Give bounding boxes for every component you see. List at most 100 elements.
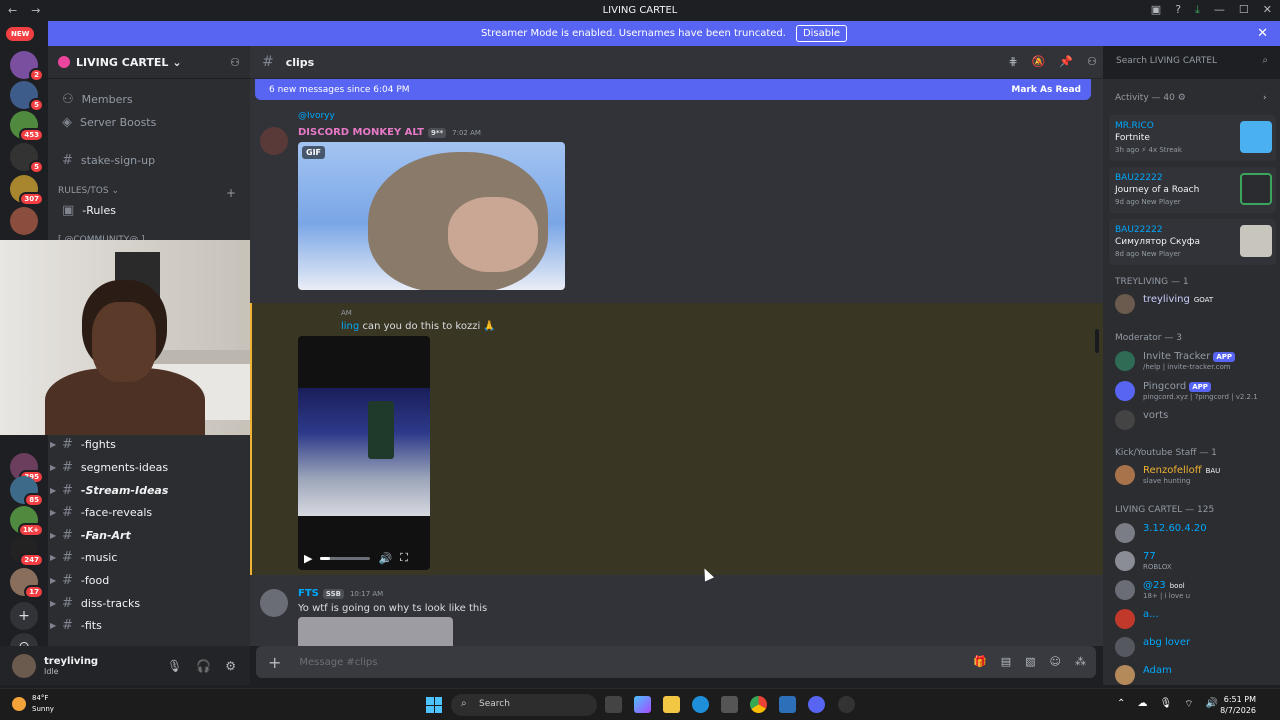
activity-card[interactable]: BAU22222 Симулятор Скуфа 8d ago New Play…: [1109, 219, 1276, 265]
taskbar-search[interactable]: ⌕ Search: [451, 694, 597, 716]
video-attachment[interactable]: ▶ 🔊 ⛶: [298, 336, 430, 570]
microphone-icon[interactable]: 🎙: [167, 659, 182, 673]
apps-icon[interactable]: ⁂: [1075, 655, 1086, 668]
message-composer[interactable]: + Message #clips 🎁 ▤ ▧ ☺ ⁂: [256, 646, 1096, 678]
channel-stake-sign-up[interactable]: # stake-sign-up: [54, 149, 244, 171]
member-item[interactable]: abg lover: [1115, 634, 1275, 660]
volume-icon[interactable]: 🔊: [378, 552, 392, 565]
attach-icon[interactable]: +: [268, 653, 281, 672]
chevron-right-icon[interactable]: ›: [1263, 93, 1267, 103]
edge-icon[interactable]: [692, 696, 709, 713]
server-icon[interactable]: 2: [10, 51, 44, 82]
microphone-icon[interactable]: 🎙: [1159, 698, 1172, 711]
channel-fan-art[interactable]: ▶ # -Fan-Art: [50, 524, 244, 546]
avatar[interactable]: [260, 127, 288, 155]
server-icon[interactable]: [10, 207, 38, 235]
close-window-icon[interactable]: ✕: [1263, 3, 1272, 17]
new-messages-bar[interactable]: 6 new messages since 6:04 PM Mark As Rea…: [255, 79, 1091, 100]
emoji-icon[interactable]: ☺: [1050, 655, 1061, 668]
activity-header[interactable]: Activity — 40 ⚙ ›: [1115, 93, 1267, 103]
add-channel-icon[interactable]: +: [226, 186, 236, 200]
sidebar-item-server-boosts[interactable]: ◈ Server Boosts: [54, 111, 244, 133]
maximize-icon[interactable]: ☐: [1239, 3, 1249, 17]
server-icon[interactable]: 17: [10, 568, 44, 599]
help-icon[interactable]: ?: [1175, 3, 1181, 17]
server-icon[interactable]: 247: [10, 536, 44, 567]
notification-mute-icon[interactable]: 🔕: [1032, 55, 1046, 68]
file-explorer-icon[interactable]: [663, 696, 680, 713]
member-item[interactable]: a...: [1115, 606, 1275, 632]
channel-stream-ideas[interactable]: ▶ # -Stream-Ideas: [50, 479, 244, 501]
member-item[interactable]: @23 bool 18+ | i love u: [1115, 577, 1275, 603]
clock[interactable]: 6:51 PM 8/7/2026: [1220, 694, 1256, 716]
windows-start-icon[interactable]: [426, 697, 442, 713]
channel-rules[interactable]: ▣ -Rules: [54, 199, 244, 221]
server-icon[interactable]: 5: [10, 81, 44, 112]
forward-icon[interactable]: →: [31, 4, 40, 17]
back-icon[interactable]: ←: [8, 4, 17, 17]
network-icon[interactable]: ☁: [1137, 698, 1147, 711]
gear-icon[interactable]: ⚙: [225, 659, 236, 673]
sidebar-item-members[interactable]: ⚇ Members: [54, 88, 244, 110]
channel-food[interactable]: ▶ # -food: [50, 569, 244, 591]
channel-music[interactable]: ▶ # -music: [50, 546, 244, 568]
activity-card[interactable]: MR.RICO Fortnite 3h ago ⚡ 4x Streak: [1109, 115, 1276, 161]
fullscreen-icon[interactable]: ⛶: [400, 551, 408, 565]
member-item[interactable]: Pingcord APP pingcord.xyz | ?pingcord | v…: [1115, 378, 1275, 404]
scrollbar[interactable]: [1095, 329, 1099, 353]
member-item[interactable]: 3.12.60.4.20: [1115, 520, 1275, 546]
category-rules[interactable]: RULES/TOS ⌄ +: [58, 186, 236, 200]
invite-people-icon[interactable]: ⚇: [230, 56, 240, 69]
gift-icon[interactable]: 🎁: [973, 655, 987, 668]
headphones-icon[interactable]: 🎧: [196, 659, 211, 673]
inbox-icon[interactable]: ▣: [1151, 3, 1161, 17]
channel-fights[interactable]: ▶ # -fights: [50, 433, 244, 455]
search-input[interactable]: Search LIVING CARTEL ⌕: [1110, 53, 1274, 71]
weather-widget[interactable]: 84°F Sunny: [12, 693, 54, 715]
close-icon[interactable]: ✕: [1257, 26, 1268, 41]
member-list-icon[interactable]: ⚇: [1087, 55, 1097, 68]
member-item[interactable]: Adam: [1115, 662, 1275, 685]
threads-icon[interactable]: ⋕: [1009, 55, 1018, 68]
copilot-icon[interactable]: [634, 696, 651, 713]
member-item[interactable]: treyliving GOAT: [1115, 291, 1275, 317]
member-item[interactable]: 77 ROBLOX: [1115, 548, 1275, 574]
gif-attachment[interactable]: GIF: [298, 142, 565, 290]
avatar[interactable]: [260, 589, 288, 617]
play-icon[interactable]: ▶: [304, 552, 312, 565]
app-icon[interactable]: [838, 696, 855, 713]
server-icon[interactable]: 85: [10, 476, 44, 507]
minimize-icon[interactable]: —: [1214, 3, 1225, 17]
reply-reference[interactable]: @Ivoryy: [298, 111, 335, 121]
chevron-up-icon[interactable]: ⌃: [1117, 698, 1125, 711]
channel-fits[interactable]: ▶ # -fits: [50, 614, 244, 636]
server-icon[interactable]: 5: [10, 143, 44, 174]
task-view-icon[interactable]: [605, 696, 622, 713]
download-icon[interactable]: ⤓: [1195, 3, 1200, 17]
channel-segments-ideas[interactable]: ▶ # segments-ideas: [50, 456, 244, 478]
server-icon[interactable]: 453: [10, 111, 44, 142]
member-item[interactable]: Invite Tracker APP /help | invite-tracker…: [1115, 348, 1275, 374]
channel-face-reveals[interactable]: ▶ # -face-reveals: [50, 501, 244, 523]
image-attachment[interactable]: [298, 617, 453, 646]
video-progress[interactable]: [320, 556, 371, 560]
message-author[interactable]: FTS SSB 10:17 AM: [298, 588, 383, 599]
channel-diss-tracks[interactable]: ▶ # diss-tracks: [50, 592, 244, 614]
message-author[interactable]: DISCORD MONKEY ALT 9** 7:02 AM: [298, 127, 481, 138]
member-item[interactable]: Renzofelloff BAU slave hunting: [1115, 462, 1275, 488]
gif-icon[interactable]: ▤: [1001, 655, 1011, 668]
wifi-icon[interactable]: ⌔: [1184, 698, 1193, 711]
activity-card[interactable]: BAU22222 Journey of a Roach 9d ago New P…: [1109, 167, 1276, 213]
sticker-icon[interactable]: ▧: [1025, 655, 1035, 668]
server-icon[interactable]: 307: [10, 175, 44, 206]
pin-icon[interactable]: 📌: [1059, 55, 1073, 68]
disable-button[interactable]: Disable: [795, 25, 848, 42]
member-item[interactable]: vorts: [1115, 407, 1275, 433]
server-header[interactable]: LIVING CARTEL ⌄ ⚇: [48, 46, 250, 79]
photos-icon[interactable]: [779, 696, 796, 713]
server-icon[interactable]: 1K+: [10, 506, 44, 537]
avatar[interactable]: [12, 653, 36, 678]
chrome-icon[interactable]: [750, 696, 767, 713]
discord-icon[interactable]: [808, 696, 825, 713]
mark-as-read-button[interactable]: Mark As Read: [1011, 85, 1081, 95]
